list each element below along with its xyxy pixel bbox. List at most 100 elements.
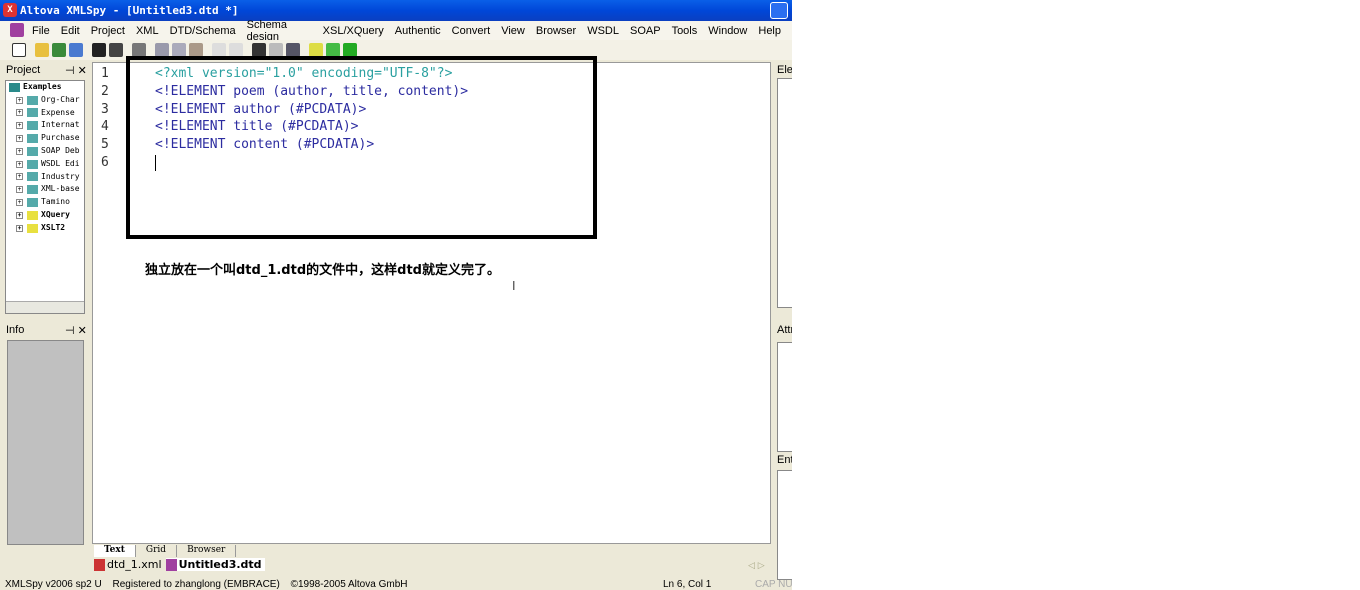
- file-tab-dtd-1-xml[interactable]: dtd_1.xml: [94, 558, 162, 571]
- window-title: Altova XMLSpy - [Untitled3.dtd *]: [20, 4, 239, 17]
- tab-text[interactable]: Text: [94, 545, 136, 557]
- horizontal-scrollbar[interactable]: [6, 301, 84, 313]
- well-formed-icon[interactable]: [309, 43, 323, 57]
- menu-view[interactable]: View: [501, 25, 525, 37]
- menu-bar: File Edit Project XML DTD/Schema Schema …: [0, 19, 792, 43]
- menu-convert[interactable]: Convert: [452, 25, 491, 37]
- menu-file[interactable]: File: [32, 25, 50, 37]
- new-icon[interactable]: [12, 43, 26, 57]
- right-panels: Elements Attributes Entities: [773, 62, 792, 580]
- pin-icon[interactable]: ⊣ ✕: [65, 64, 87, 77]
- line-number: 3: [101, 102, 109, 117]
- reload-icon[interactable]: [69, 43, 83, 57]
- menu-dtd-schema[interactable]: DTD/Schema: [170, 25, 236, 37]
- folder-icon: [27, 159, 38, 169]
- folder-icon: [27, 108, 38, 118]
- tab-browser[interactable]: Browser: [177, 545, 237, 557]
- tree-item-label: SOAP Deb: [41, 145, 80, 155]
- folder-icon: [27, 95, 38, 105]
- file-tabs: dtd_1.xml Untitled3.dtd: [94, 558, 265, 571]
- generate-icon[interactable]: [343, 43, 357, 57]
- folder-icon: [27, 121, 38, 131]
- find-next-icon[interactable]: [269, 43, 283, 57]
- menu-xml[interactable]: XML: [136, 25, 159, 37]
- status-bar: XMLSpy v2006 sp2 U Registered to zhanglo…: [0, 578, 792, 590]
- tree-item[interactable]: + SOAP Deb: [6, 145, 84, 158]
- tree-item[interactable]: + Org-Char: [6, 94, 84, 107]
- validate-icon[interactable]: [326, 43, 340, 57]
- menu-window[interactable]: Window: [708, 25, 747, 37]
- tree-item-label: XSLT2: [41, 222, 66, 232]
- tree-item[interactable]: + Tamino: [6, 196, 84, 209]
- project-tree: Examples + Org-Char + Expense + Internat + P…: [5, 80, 85, 314]
- menu-project[interactable]: Project: [91, 25, 125, 37]
- copy-icon[interactable]: [172, 43, 186, 57]
- tree-item[interactable]: + XSLT2: [6, 222, 84, 235]
- menu-wsdl[interactable]: WSDL: [587, 25, 619, 37]
- open-icon[interactable]: [35, 43, 49, 57]
- folder-icon: [27, 210, 38, 220]
- file-tab-label: dtd_1.xml: [107, 558, 162, 571]
- caption-text: 独立放在一个叫dtd_1.dtd的文件中，这样dtd就定义完了。: [145, 263, 500, 278]
- tree-item[interactable]: + Internat: [6, 119, 84, 132]
- folder-icon: [27, 134, 38, 144]
- undo-icon[interactable]: [212, 43, 226, 57]
- tree-item-label: Expense: [41, 107, 75, 117]
- tree-item[interactable]: + Industry: [6, 171, 84, 184]
- replace-icon[interactable]: [286, 43, 300, 57]
- print-icon[interactable]: [132, 43, 146, 57]
- i-beam-cursor-icon: I: [512, 279, 516, 293]
- redo-icon[interactable]: [229, 43, 243, 57]
- tree-root-label: Examples: [23, 82, 62, 91]
- save-icon[interactable]: [92, 43, 106, 57]
- menu-soap[interactable]: SOAP: [630, 25, 661, 37]
- tab-grid[interactable]: Grid: [136, 545, 178, 557]
- tree-item-label: Purchase: [41, 133, 80, 143]
- save-all-icon[interactable]: [109, 43, 123, 57]
- find-icon[interactable]: [252, 43, 266, 57]
- status-caps: CAP NUM: [755, 579, 792, 590]
- dtd-file-icon: [165, 558, 177, 571]
- tree-item[interactable]: + XQuery: [6, 209, 84, 222]
- folder-icon: [27, 185, 38, 195]
- folder-icon: [27, 172, 38, 182]
- menu-edit[interactable]: Edit: [61, 25, 80, 37]
- tree-root[interactable]: Examples: [6, 81, 84, 94]
- app-logo-icon: X: [3, 3, 17, 17]
- file-tab-untitled3-dtd[interactable]: Untitled3.dtd: [165, 558, 265, 571]
- status-version: XMLSpy v2006 sp2 U: [5, 579, 102, 590]
- tree-item-label: XML-base: [41, 184, 80, 194]
- xml-file-icon: [94, 558, 105, 571]
- xmlspy-window: X Altova XMLSpy - [Untitled3.dtd *] File…: [0, 0, 792, 590]
- line-number: 4: [101, 119, 109, 134]
- tree-item[interactable]: + Expense: [6, 107, 84, 120]
- tree-item[interactable]: + WSDL Edi: [6, 158, 84, 171]
- minimize-button[interactable]: [770, 2, 788, 19]
- menu-authentic[interactable]: Authentic: [395, 25, 441, 37]
- line-number: 6: [101, 155, 109, 170]
- cut-icon[interactable]: [155, 43, 169, 57]
- paste-icon[interactable]: [189, 43, 203, 57]
- line-number: 1: [101, 66, 109, 81]
- menu-browser[interactable]: Browser: [536, 25, 576, 37]
- tree-item-label: XQuery: [41, 209, 70, 219]
- tree-item-label: Org-Char: [41, 94, 80, 104]
- tree-item-label: Internat: [41, 120, 80, 130]
- folder-icon: [27, 223, 38, 233]
- status-copyright: ©1998-2005 Altova GmbH: [290, 579, 408, 590]
- open-url-icon[interactable]: [52, 43, 66, 57]
- tree-item[interactable]: + XML-base: [6, 183, 84, 196]
- menu-help[interactable]: Help: [758, 25, 781, 37]
- tree-item-label: WSDL Edi: [41, 158, 80, 168]
- menu-schema-design[interactable]: Schema design: [247, 19, 312, 43]
- elements-panel-title: Elements: [777, 64, 792, 76]
- attributes-panel: [777, 342, 792, 452]
- tree-item-label: Industry: [41, 171, 80, 181]
- info-panel: [7, 340, 84, 545]
- pin-icon[interactable]: ⊣ ✕: [65, 324, 87, 337]
- tree-item[interactable]: + Purchase: [6, 132, 84, 145]
- menu-xsl-xquery[interactable]: XSL/XQuery: [323, 25, 384, 37]
- file-tab-label: Untitled3.dtd: [178, 558, 262, 571]
- tab-scroll-arrows-icon[interactable]: ◁ ▷: [748, 561, 765, 571]
- menu-tools[interactable]: Tools: [672, 25, 698, 37]
